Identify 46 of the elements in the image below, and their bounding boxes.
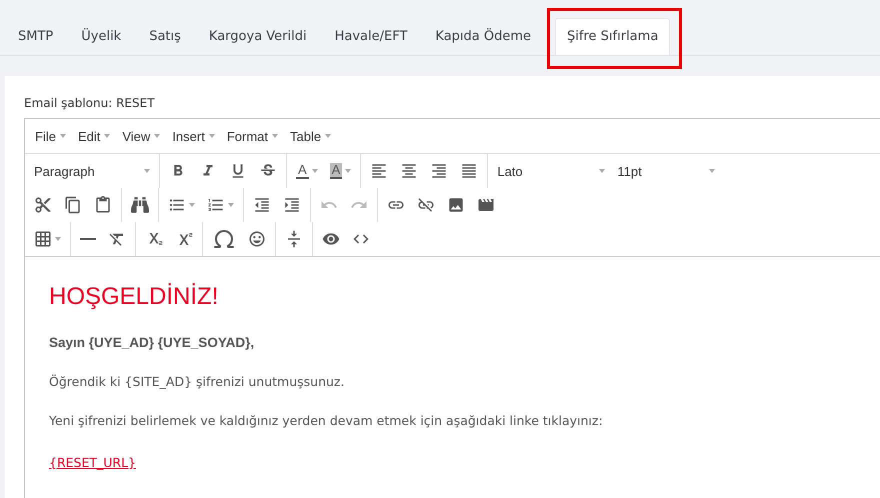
justify-icon xyxy=(460,162,478,180)
paragraph-text: Öğrendik ki {SITE_AD} şifrenizi unutmuşsunuz. xyxy=(49,374,346,389)
text-color-button[interactable]: A xyxy=(290,160,324,182)
tab[interactable]: Şifre Sıfırlama xyxy=(555,18,670,55)
film-icon xyxy=(477,196,495,214)
greeting-text: Sayın {UYE_AD} {UYE_SOYAD}, xyxy=(49,335,256,350)
menu-item[interactable]: Edit xyxy=(72,128,116,144)
caret-icon xyxy=(189,203,195,207)
email-heading: HOŞGELDİNİZ! xyxy=(49,283,220,311)
block-format-select[interactable]: Paragraph xyxy=(28,164,156,178)
tab[interactable]: Kargoya Verildi xyxy=(196,18,319,55)
caret-icon xyxy=(228,203,234,207)
smiley-icon xyxy=(248,230,266,248)
horizontal-line-icon xyxy=(80,238,96,240)
tab[interactable]: Havale/EFT xyxy=(322,18,420,55)
page-break-icon xyxy=(285,230,303,248)
tab[interactable]: Kapıda Ödeme xyxy=(423,18,544,55)
tab[interactable]: Üyelik xyxy=(69,18,134,55)
font-size-select[interactable]: 11pt xyxy=(611,164,722,178)
reset-link[interactable]: {RESET_URL} xyxy=(49,455,136,470)
indent-icon xyxy=(283,196,301,214)
font-family-select[interactable]: Lato xyxy=(491,164,612,178)
find-icon xyxy=(131,196,149,214)
menu-item[interactable]: File xyxy=(29,128,72,144)
copy-icon xyxy=(64,196,82,214)
cut-icon xyxy=(34,196,52,214)
template-label: Email şablonu: RESET xyxy=(24,96,156,110)
paste-icon xyxy=(94,196,112,214)
paragraph-text: Yeni şifrenizi belirlemek ve kaldığınız yerden devam etmek için aşağıdaki linke tıklayınız: xyxy=(49,413,604,428)
unlink-icon xyxy=(417,196,435,214)
align-left-icon xyxy=(370,162,388,180)
background-color-button[interactable]: A xyxy=(324,160,358,182)
image-icon xyxy=(447,196,465,214)
menu-item[interactable]: Insert xyxy=(166,128,221,144)
outdent-icon xyxy=(253,196,271,214)
omega-icon xyxy=(212,227,236,251)
menu-item[interactable]: View xyxy=(116,128,166,144)
numbered-list-icon xyxy=(207,196,225,214)
align-right-icon xyxy=(430,162,448,180)
menu-item[interactable]: Format xyxy=(220,128,284,144)
caret-icon xyxy=(55,237,61,241)
align-center-icon xyxy=(400,162,418,180)
table-icon xyxy=(34,230,52,248)
tab[interactable]: SMTP xyxy=(6,18,66,55)
tab[interactable]: Satış xyxy=(137,18,193,55)
menu-item[interactable]: Table xyxy=(284,128,338,144)
